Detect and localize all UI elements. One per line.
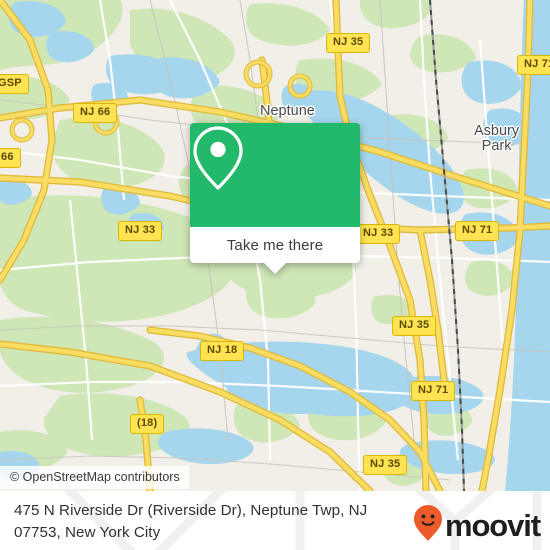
road-shield-nj33-east: NJ 33 xyxy=(356,224,401,244)
road-shield-nj71-northeast: NJ 71 xyxy=(517,55,550,75)
road-shield-gsp: GSP xyxy=(0,74,29,94)
road-shield-66-west: 66 xyxy=(0,148,21,168)
address-line-2: 07753, New York City xyxy=(14,524,161,541)
location-popup-card[interactable]: Take me there xyxy=(190,123,360,274)
road-shield-nj71-mid: NJ 71 xyxy=(455,221,500,241)
openstreetmap-attribution[interactable]: © OpenStreetMap contributors xyxy=(0,466,189,489)
moovit-smiley-pin-icon xyxy=(413,504,443,547)
address-caption: 475 N Riverside Dr (Riverside Dr), Neptu… xyxy=(14,500,394,544)
road-shield-nj35-south: NJ 35 xyxy=(363,455,408,475)
map-canvas[interactable]: Neptune Asbury Park NJ 35 NJ 71 NJ 66 GS… xyxy=(0,0,550,491)
moovit-wordmark: moovit xyxy=(444,508,541,543)
moovit-brand-logo[interactable]: moovit xyxy=(413,504,541,547)
caption-bar: 475 N Riverside Dr (Riverside Dr), Neptu… xyxy=(0,491,550,550)
popup-action-bar[interactable]: Take me there xyxy=(190,227,360,263)
map-place-label-neptune: Neptune xyxy=(260,103,315,119)
road-shield-nj66: NJ 66 xyxy=(73,103,118,123)
popup-tail xyxy=(264,263,286,274)
map-place-label-asbury-park: Asbury Park xyxy=(474,124,519,154)
map-place-label-asbury-park-line1: Asbury xyxy=(474,123,520,139)
road-shield-nj35-north: NJ 35 xyxy=(326,33,371,53)
map-place-label-asbury-park-line2: Park xyxy=(481,138,512,154)
address-line-1: 475 N Riverside Dr (Riverside Dr), Neptu… xyxy=(14,502,368,519)
popup-pin-panel xyxy=(190,123,360,227)
road-shield-nj33-west: NJ 33 xyxy=(118,221,163,241)
moovit-map-screenshot: Neptune Asbury Park NJ 35 NJ 71 NJ 66 GS… xyxy=(0,0,550,550)
road-shield-nj18: NJ 18 xyxy=(200,341,245,361)
road-shield-nj35-mid: NJ 35 xyxy=(392,316,437,336)
take-me-there-label: Take me there xyxy=(226,236,324,254)
road-shield-nj71-south: NJ 71 xyxy=(411,381,456,401)
road-shield-18-alt: (18) xyxy=(130,414,165,434)
